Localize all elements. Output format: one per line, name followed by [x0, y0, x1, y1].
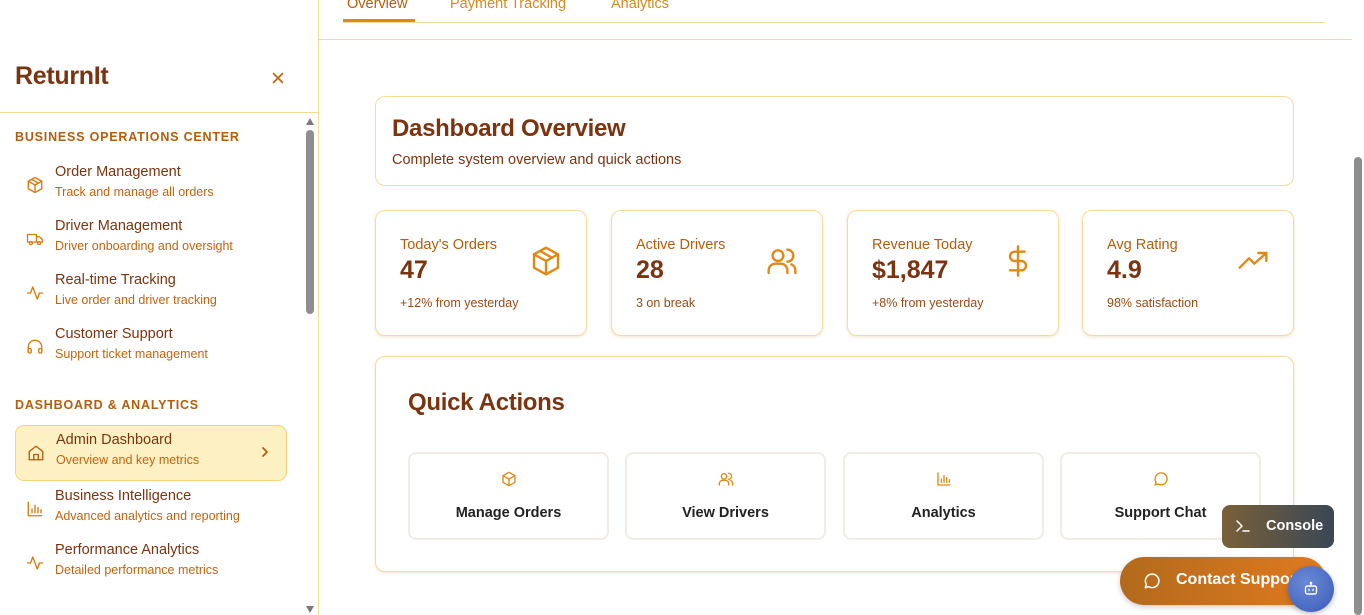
dollar-icon: [1008, 245, 1028, 277]
stat-note: +8% from yesterday: [872, 296, 984, 310]
sidebar-header: ReturnIt: [0, 40, 318, 113]
stat-card-todays-orders: Today's Orders 47 +12% from yesterday: [375, 210, 587, 336]
quick-action-label: Analytics: [911, 505, 976, 521]
sidebar-item-label: Performance Analytics: [55, 542, 200, 558]
quick-actions-card: Quick Actions Manage Orders View Drivers…: [375, 356, 1294, 572]
sidebar-item-description: Live order and driver tracking: [55, 293, 217, 307]
brand-logo[interactable]: ReturnIt: [15, 62, 109, 91]
sidebar-item-label: Order Management: [55, 164, 181, 180]
stat-card-revenue-today: Revenue Today $1,847 +8% from yesterday: [847, 210, 1059, 336]
stat-note: 3 on break: [636, 296, 696, 310]
package-icon: [501, 471, 516, 487]
stat-label: Today's Orders: [400, 237, 498, 253]
users-icon: [767, 248, 797, 275]
headphones-icon: [27, 339, 43, 354]
console-button[interactable]: Console: [1222, 505, 1334, 548]
console-label: Console: [1266, 518, 1324, 534]
message-circle-icon: [1144, 573, 1160, 589]
quick-action-label: View Drivers: [682, 505, 769, 521]
stat-value: 4.9: [1107, 256, 1142, 284]
stat-label: Avg Rating: [1107, 237, 1178, 253]
overview-header-card: Dashboard Overview Complete system overv…: [375, 96, 1294, 186]
stat-card-active-drivers: Active Drivers 28 3 on break: [611, 210, 823, 336]
sidebar-item-real-time-tracking[interactable]: Real-time Tracking Live order and driver…: [15, 266, 287, 320]
contact-support-label: Contact Support: [1176, 571, 1302, 588]
sidebar-scrollbar[interactable]: [304, 118, 316, 615]
sidebar-item-customer-support[interactable]: Customer Support Support ticket manageme…: [15, 320, 287, 374]
main-scrollbar-thumb[interactable]: [1354, 157, 1362, 615]
trending-up-icon: [1238, 251, 1268, 269]
close-icon: [272, 72, 284, 84]
quick-action-label: Manage Orders: [455, 505, 562, 521]
close-sidebar-button[interactable]: [268, 68, 288, 88]
tab-bar: Overview Payment Tracking Analytics: [319, 0, 1352, 40]
page-title: Dashboard Overview: [392, 115, 626, 142]
package-icon: [532, 246, 560, 276]
sidebar-nav: BUSINESS OPERATIONS CENTER Order Managem…: [0, 114, 318, 615]
package-icon: [27, 176, 43, 194]
message-circle-icon: [1153, 472, 1168, 486]
bot-icon: [1304, 581, 1318, 595]
sidebar-scrollbar-thumb[interactable]: [306, 130, 314, 314]
chevron-right-icon: [262, 447, 268, 457]
stat-value: 47: [400, 256, 428, 284]
stat-value: $1,847: [872, 256, 949, 284]
scroll-up-arrow-icon[interactable]: [306, 118, 314, 125]
stat-note: +12% from yesterday: [400, 296, 519, 310]
sidebar-item-admin-dashboard[interactable]: Admin Dashboard Overview and key metrics: [15, 425, 287, 481]
sidebar-item-performance-analytics[interactable]: Performance Analytics Detailed performan…: [15, 536, 287, 590]
sidebar: ReturnIt BUSINESS OPERATIONS CENTER Orde…: [0, 0, 319, 615]
scroll-down-arrow-icon[interactable]: [306, 606, 314, 613]
sidebar-item-label: Admin Dashboard: [56, 432, 173, 448]
bar-chart-icon: [936, 472, 951, 486]
activity-icon: [26, 286, 44, 300]
truck-icon: [26, 233, 44, 246]
main-scrollbar[interactable]: [1352, 0, 1364, 615]
sidebar-item-description: Driver onboarding and oversight: [55, 239, 233, 253]
stat-label: Revenue Today: [872, 237, 973, 253]
users-icon: [718, 472, 733, 486]
quick-actions-title: Quick Actions: [408, 389, 565, 416]
sidebar-item-description: Advanced analytics and reporting: [55, 509, 240, 523]
home-icon: [28, 445, 44, 461]
manage-orders-button[interactable]: Manage Orders: [408, 452, 609, 540]
sidebar-item-description: Track and manage all orders: [55, 185, 214, 199]
activity-icon: [26, 556, 44, 570]
stat-label: Active Drivers: [636, 237, 726, 253]
terminal-icon: [1236, 520, 1250, 532]
view-drivers-button[interactable]: View Drivers: [625, 452, 826, 540]
sidebar-item-driver-management[interactable]: Driver Management Driver onboarding and …: [15, 212, 287, 266]
tab-payment-tracking[interactable]: Payment Tracking: [450, 0, 566, 12]
page-subtitle: Complete system overview and quick actio…: [392, 152, 682, 168]
section-title-business-operations: BUSINESS OPERATIONS CENTER: [15, 130, 240, 144]
sidebar-item-description: Overview and key metrics: [56, 453, 200, 467]
sidebar-item-description: Support ticket management: [55, 347, 208, 361]
tab-analytics[interactable]: Analytics: [611, 0, 669, 12]
sidebar-item-label: Customer Support: [55, 326, 173, 342]
analytics-button[interactable]: Analytics: [843, 452, 1044, 540]
stat-value: 28: [636, 256, 664, 284]
bar-chart-icon: [27, 501, 43, 517]
stat-card-avg-rating: Avg Rating 4.9 98% satisfaction: [1082, 210, 1294, 336]
stat-note: 98% satisfaction: [1107, 296, 1199, 310]
sidebar-item-label: Driver Management: [55, 218, 183, 234]
main-content: Overview Payment Tracking Analytics Dash…: [319, 0, 1364, 615]
tab-overview[interactable]: Overview: [347, 0, 407, 12]
active-tab-indicator: [343, 19, 415, 22]
sidebar-item-label: Real-time Tracking: [55, 272, 176, 288]
sidebar-item-business-intelligence[interactable]: Business Intelligence Advanced analytics…: [15, 482, 287, 536]
sidebar-item-label: Business Intelligence: [55, 488, 192, 504]
section-title-dashboard-analytics: DASHBOARD & ANALYTICS: [15, 398, 199, 412]
chatbot-button[interactable]: [1288, 566, 1334, 612]
sidebar-item-description: Detailed performance metrics: [55, 563, 219, 577]
sidebar-item-order-management[interactable]: Order Management Track and manage all or…: [15, 158, 287, 212]
tab-divider: [343, 22, 1325, 23]
